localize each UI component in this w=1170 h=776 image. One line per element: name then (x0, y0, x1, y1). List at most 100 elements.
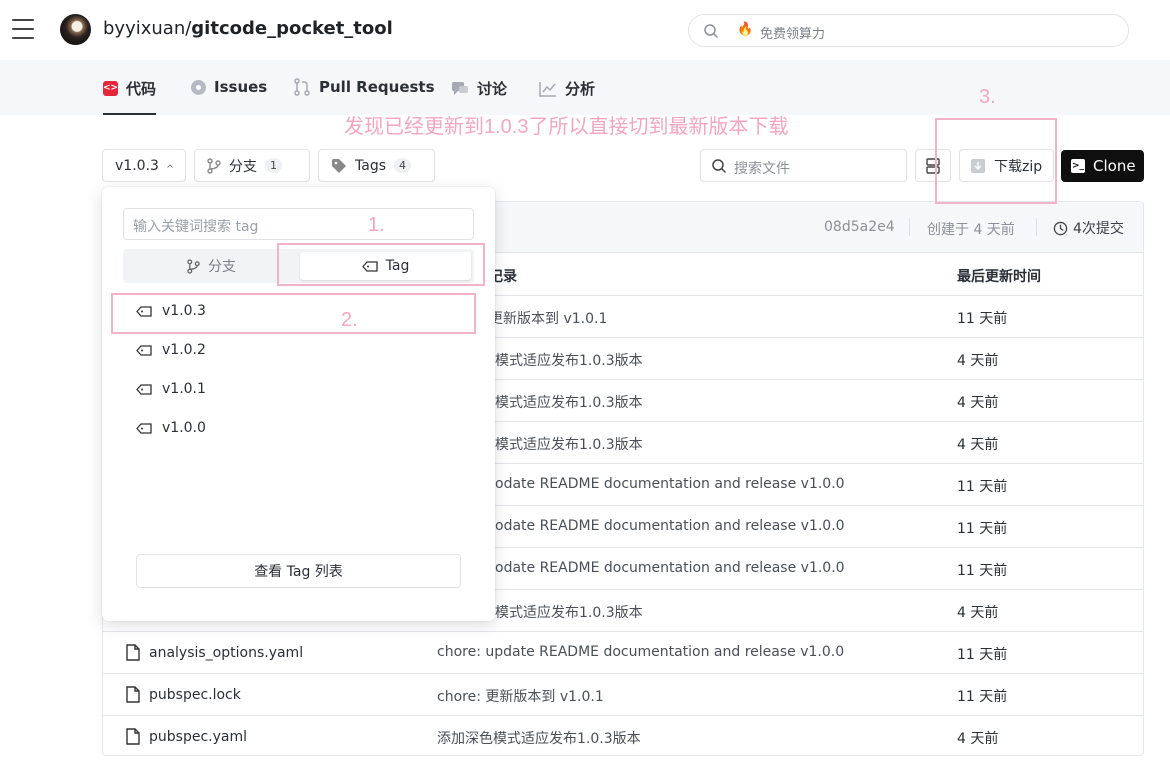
chevron-up-icon (167, 163, 173, 168)
discussion-icon (452, 81, 468, 95)
annotation-box-step1 (277, 243, 485, 286)
file-icon (126, 686, 140, 703)
tag-search-input[interactable]: 输入关键词搜索 tag (123, 208, 474, 240)
annotation-step3: 3. (979, 86, 996, 108)
avatar[interactable] (60, 14, 91, 45)
seg-branch[interactable]: 分支 (126, 252, 297, 280)
row-updated-time: 11 天前 (957, 689, 1008, 705)
row-commit-message[interactable]: chore: update README documentation and r… (437, 644, 844, 660)
global-search-input[interactable]: 🔥 免费领算力 (688, 14, 1129, 47)
commit-hash[interactable]: 08d5a2e4 (824, 219, 895, 235)
row-updated-time: 11 天前 (957, 563, 1008, 579)
file-name: analysis_options.yaml (149, 644, 304, 661)
row-commit-message[interactable]: 模式适应发布1.0.3版本 (495, 350, 643, 370)
tag-icon (136, 383, 152, 395)
branch-label: 分支 (229, 158, 257, 175)
branch-button[interactable]: 分支 1 (194, 149, 310, 182)
pull-request-icon (294, 78, 310, 96)
row-commit-message[interactable]: 模式适应发布1.0.3版本 (495, 392, 643, 412)
tab-pull-requests-label: Pull Requests (319, 78, 435, 96)
tab-issues-label: Issues (214, 78, 268, 96)
branch-icon (207, 157, 221, 174)
repo-owner[interactable]: byyixuan/ (103, 18, 191, 39)
row-commit-message[interactable]: odate README documentation and release v… (495, 560, 845, 576)
divider (1036, 218, 1037, 236)
clock-icon (1053, 221, 1068, 235)
tag-icon (136, 422, 152, 434)
file-name: pubspec.yaml (149, 728, 247, 745)
commit-count-link[interactable]: 4次提交 (1053, 218, 1124, 238)
version-select[interactable]: v1.0.3 (102, 149, 186, 182)
tag-option[interactable]: v1.0.2 (136, 342, 206, 358)
file-search-input[interactable]: 搜索文件 (700, 149, 907, 182)
top-bar: byyixuan/gitcode_pocket_tool 🔥 免费领算力 (0, 0, 1170, 60)
commit-created: 创建于 4 天前 (927, 222, 1015, 238)
clone-label: Clone (1093, 157, 1136, 175)
file-icon (126, 644, 140, 661)
version-select-value: v1.0.3 (115, 157, 159, 174)
annotation-box-step2 (111, 293, 476, 334)
annotation-note: 发现已经更新到1.0.3了所以直接切到最新版本下载 (344, 116, 789, 138)
seg-branch-label: 分支 (208, 259, 236, 275)
code-icon: <> (103, 81, 118, 96)
row-updated-time: 4 天前 (957, 395, 999, 411)
repo-name[interactable]: gitcode_pocket_tool (191, 18, 393, 39)
tag-icon (136, 344, 152, 356)
menu-icon[interactable] (12, 19, 34, 39)
row-commit-message[interactable]: 模式适应发布1.0.3版本 (495, 602, 643, 622)
row-updated-time: 4 天前 (957, 353, 999, 369)
table-row[interactable]: pubspec.yaml 添加深色模式适应发布1.0.3版本 4 天前 (103, 716, 1143, 755)
row-commit-message[interactable]: odate README documentation and release v… (495, 476, 845, 492)
file-icon (126, 728, 140, 745)
row-updated-time: 4 天前 (957, 605, 999, 621)
view-tag-list-button[interactable]: 查看 Tag 列表 (136, 554, 461, 588)
file-link[interactable]: analysis_options.yaml (126, 644, 303, 661)
tab-pull-requests[interactable]: Pull Requests (293, 78, 435, 96)
tags-count: 4 (394, 158, 411, 173)
tag-option-label: v1.0.1 (162, 381, 206, 397)
tags-button[interactable]: Tags 4 (318, 149, 435, 182)
tags-label: Tags (355, 157, 386, 174)
terminal-icon: >_ (1071, 159, 1085, 173)
annotation-step2: 2. (341, 309, 358, 331)
tag-option[interactable]: v1.0.1 (136, 381, 206, 397)
branch-icon (187, 258, 200, 274)
chart-icon (539, 81, 556, 97)
search-icon (712, 159, 727, 174)
tag-option-label: v1.0.2 (162, 342, 206, 358)
annotation-step1: 1. (368, 214, 385, 236)
row-commit-message[interactable]: 模式适应发布1.0.3版本 (495, 434, 643, 454)
commit-count: 4次提交 (1073, 221, 1124, 237)
tab-issues[interactable]: Issues (191, 78, 267, 96)
row-updated-time: 11 天前 (957, 479, 1008, 495)
file-name: pubspec.lock (149, 686, 241, 703)
tag-search-placeholder: 输入关键词搜索 tag (133, 219, 259, 235)
row-updated-time: 4 天前 (957, 731, 999, 747)
tab-code-label: 代码 (126, 80, 157, 98)
tab-discussion-label: 讨论 (477, 80, 508, 98)
file-search-placeholder: 搜索文件 (734, 161, 790, 177)
tab-code[interactable]: <> 代码 (103, 78, 157, 115)
tag-option[interactable]: v1.0.0 (136, 420, 206, 436)
clone-button[interactable]: >_ Clone (1061, 150, 1144, 182)
file-link[interactable]: pubspec.lock (126, 686, 241, 703)
row-commit-message[interactable]: 更新版本到 v1.0.1 (489, 308, 607, 328)
tab-analysis[interactable]: 分析 (539, 78, 595, 99)
tag-option-label: v1.0.0 (162, 420, 206, 436)
row-commit-message[interactable]: odate README documentation and release v… (495, 518, 845, 534)
row-commit-message[interactable]: 添加深色模式适应发布1.0.3版本 (437, 728, 641, 748)
issue-icon (191, 79, 206, 95)
table-row[interactable]: analysis_options.yaml chore: update READ… (103, 632, 1143, 674)
file-link[interactable]: pubspec.yaml (126, 728, 247, 745)
tab-discussion[interactable]: 讨论 (451, 78, 507, 99)
row-updated-time: 11 天前 (957, 311, 1008, 327)
repo-title[interactable]: byyixuan/gitcode_pocket_tool (103, 18, 393, 39)
row-updated-time: 11 天前 (957, 521, 1008, 537)
annotation-box-step3 (935, 118, 1057, 204)
table-row[interactable]: pubspec.lock chore: 更新版本到 v1.0.1 11 天前 (103, 674, 1143, 716)
col-time-header: 最后更新时间 (957, 269, 1041, 285)
row-commit-message[interactable]: chore: 更新版本到 v1.0.1 (437, 686, 604, 706)
tag-icon (332, 158, 346, 173)
row-updated-time: 11 天前 (957, 647, 1008, 663)
row-updated-time: 4 天前 (957, 437, 999, 453)
